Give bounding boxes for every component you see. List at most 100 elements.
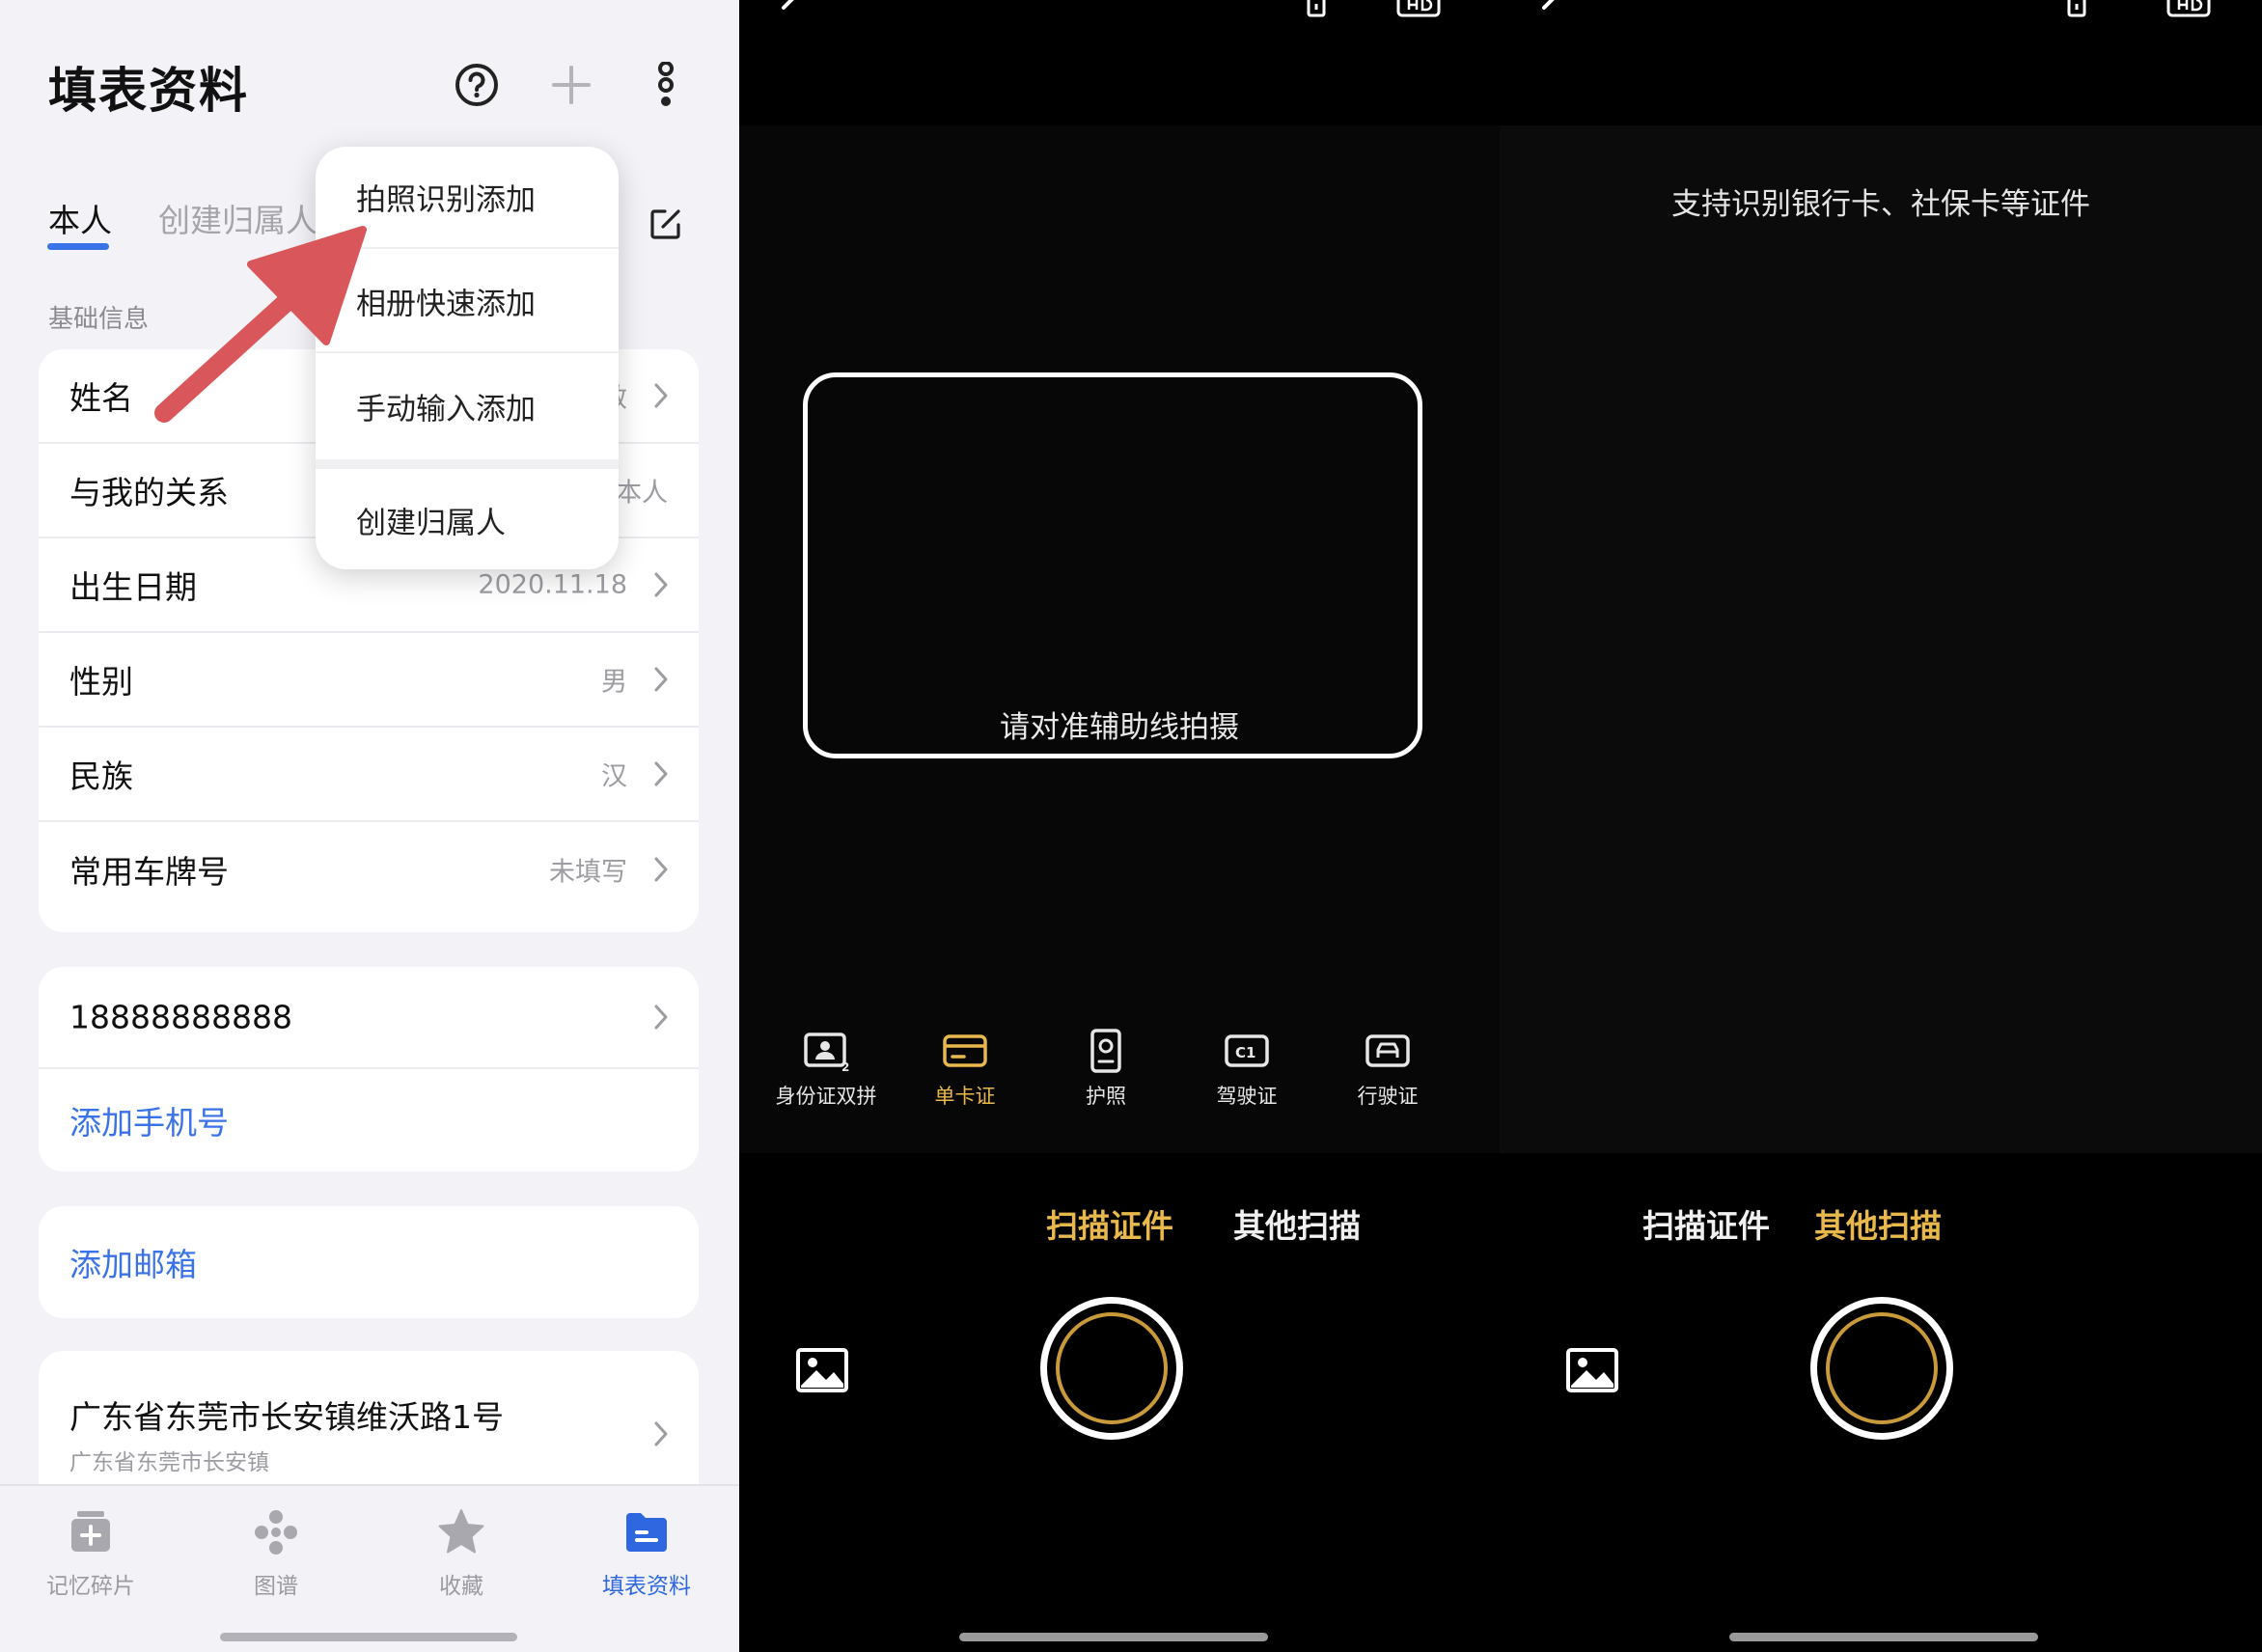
flash-icon[interactable] — [2065, 0, 2088, 19]
scan-hint: 支持识别银行卡、社保卡等证件 — [1671, 187, 2090, 222]
annotation-arrow — [154, 226, 367, 423]
row-label: 常用车牌号 — [69, 853, 229, 891]
tab-label: 图谱 — [254, 1574, 298, 1599]
doc-type-label: 护照 — [1086, 1085, 1126, 1108]
doc-type-label: 驾驶证 — [1216, 1085, 1278, 1108]
chevron-right-icon — [654, 857, 668, 882]
fill-form-panel: 填表资料 本人 创建归属人 基础信息 姓名 敏 与我的关系 本人 出生日期 20… — [0, 0, 739, 1652]
star-icon — [438, 1509, 484, 1554]
chevron-right-icon — [654, 1421, 668, 1446]
plus-icon[interactable] — [546, 60, 596, 110]
tab-label: 收藏 — [439, 1574, 483, 1599]
other-scan-camera: 支持识别银行卡、社保卡等证件 扫描证件 其他扫描 — [1500, 0, 2262, 1652]
add-phone-button[interactable]: 添加手机号 — [39, 1069, 699, 1171]
menu-divider — [316, 459, 619, 469]
chevron-right-icon — [654, 572, 668, 597]
guide-hint: 请对准辅助线拍摄 — [1000, 710, 1239, 745]
row-value: 本人 — [616, 478, 668, 509]
phone-card: 18888888888 添加手机号 — [39, 967, 699, 1171]
row-label: 与我的关系 — [69, 474, 229, 511]
chevron-right-icon — [654, 1005, 668, 1030]
menu-item-label: 创建归属人 — [356, 506, 506, 541]
mode-other-scan[interactable]: 其他扫描 — [1814, 1200, 1942, 1247]
camera-viewfinder[interactable] — [1500, 125, 2262, 1153]
address-sub: 广东省东莞市长安镇 — [69, 1450, 269, 1475]
row-value: 未填写 — [549, 857, 627, 888]
scan-document-camera: 请对准辅助线拍摄 2 身份证双拼 单卡证 护照 C1 驾驶证 行驶证 扫描证件 … — [739, 0, 1500, 1652]
menu-item-label: 相册快速添加 — [356, 287, 536, 322]
row-plate[interactable]: 常用车牌号 未填写 — [39, 822, 699, 917]
svg-text:C1: C1 — [1235, 1044, 1255, 1061]
email-card: 添加邮箱 — [39, 1206, 699, 1318]
menu-item-label: 拍照识别添加 — [356, 182, 536, 218]
hd-icon[interactable] — [2165, 0, 2212, 19]
flash-icon[interactable] — [1305, 0, 1328, 19]
id-card-icon: 2 — [804, 1032, 849, 1073]
menu-item-create-owner[interactable]: 创建归属人 — [316, 469, 619, 569]
row-gender[interactable]: 性别 男 — [39, 633, 699, 728]
mode-other-scan[interactable]: 其他扫描 — [1233, 1200, 1361, 1247]
doc-type-label: 行驶证 — [1357, 1085, 1419, 1108]
help-icon[interactable] — [452, 60, 502, 110]
row-value: 2020.11.18 — [478, 569, 627, 600]
chevron-right-icon — [654, 667, 668, 692]
row-label: 民族 — [69, 757, 133, 795]
svg-text:2: 2 — [841, 1060, 849, 1073]
tab-memory-fragments[interactable]: 记忆碎片 — [14, 1507, 168, 1600]
chevron-right-icon — [654, 383, 668, 408]
doc-type-passport[interactable]: 护照 — [1038, 1004, 1173, 1110]
tab-label: 记忆碎片 — [46, 1574, 135, 1599]
row-value: 汉 — [601, 761, 627, 792]
home-indicator — [220, 1633, 517, 1641]
card-guide-frame — [803, 372, 1422, 758]
tab-graph[interactable]: 图谱 — [199, 1507, 353, 1600]
doc-type-single-card[interactable]: 单卡证 — [897, 1004, 1033, 1110]
memory-icon — [71, 1511, 110, 1552]
row-value: 男 — [601, 667, 627, 698]
row-phone[interactable]: 18888888888 — [39, 967, 699, 1069]
card-icon — [943, 1034, 987, 1067]
driver-license-icon: C1 — [1225, 1034, 1269, 1067]
vehicle-license-icon — [1365, 1034, 1410, 1067]
more-vertical-icon[interactable] — [641, 60, 691, 110]
shutter-button[interactable] — [1040, 1297, 1183, 1440]
phone-number: 18888888888 — [69, 998, 292, 1036]
gallery-icon[interactable] — [1565, 1347, 1619, 1393]
shutter-ring — [1056, 1312, 1168, 1424]
tab-underline — [47, 243, 109, 250]
back-icon[interactable] — [1532, 0, 1571, 19]
passport-icon — [1090, 1029, 1121, 1073]
address-main: 广东省东莞市长安镇维沃路1号 — [69, 1398, 504, 1436]
row-label: 性别 — [69, 663, 133, 701]
graph-icon — [255, 1510, 297, 1555]
mode-scan-document[interactable]: 扫描证件 — [1642, 1200, 1770, 1247]
add-email-button[interactable]: 添加邮箱 — [39, 1206, 699, 1318]
add-email-label: 添加邮箱 — [69, 1246, 197, 1283]
doc-type-id-duplex[interactable]: 2 身份证双拼 — [759, 1004, 894, 1110]
home-indicator — [959, 1633, 1268, 1641]
back-icon[interactable] — [772, 0, 811, 19]
tab-label: 填表资料 — [602, 1574, 691, 1599]
shutter-ring — [1826, 1312, 1938, 1424]
doc-type-label: 单卡证 — [934, 1085, 996, 1108]
mode-scan-document[interactable]: 扫描证件 — [1046, 1200, 1173, 1247]
tab-fill-form[interactable]: 填表资料 — [569, 1507, 724, 1600]
add-phone-label: 添加手机号 — [69, 1104, 229, 1142]
page-title: 填表资料 — [48, 63, 249, 119]
shutter-button[interactable] — [1810, 1297, 1953, 1440]
doc-type-vehicle-license[interactable]: 行驶证 — [1320, 1004, 1455, 1110]
gallery-icon[interactable] — [795, 1347, 849, 1393]
hd-icon[interactable] — [1395, 0, 1442, 19]
folder-icon — [626, 1513, 667, 1552]
row-label: 出生日期 — [69, 568, 197, 606]
doc-type-label: 身份证双拼 — [775, 1085, 877, 1108]
doc-type-driver-license[interactable]: C1 驾驶证 — [1179, 1004, 1314, 1110]
edit-icon[interactable] — [641, 199, 691, 249]
row-label: 姓名 — [69, 379, 133, 417]
tab-self[interactable]: 本人 — [48, 195, 112, 241]
document-type-selector: 2 身份证双拼 单卡证 护照 C1 驾驶证 行驶证 — [759, 1004, 1463, 1125]
home-indicator — [1729, 1633, 2038, 1641]
tab-favorites[interactable]: 收藏 — [384, 1507, 538, 1600]
menu-item-label: 手动输入添加 — [356, 392, 536, 427]
row-ethnicity[interactable]: 民族 汉 — [39, 728, 699, 822]
